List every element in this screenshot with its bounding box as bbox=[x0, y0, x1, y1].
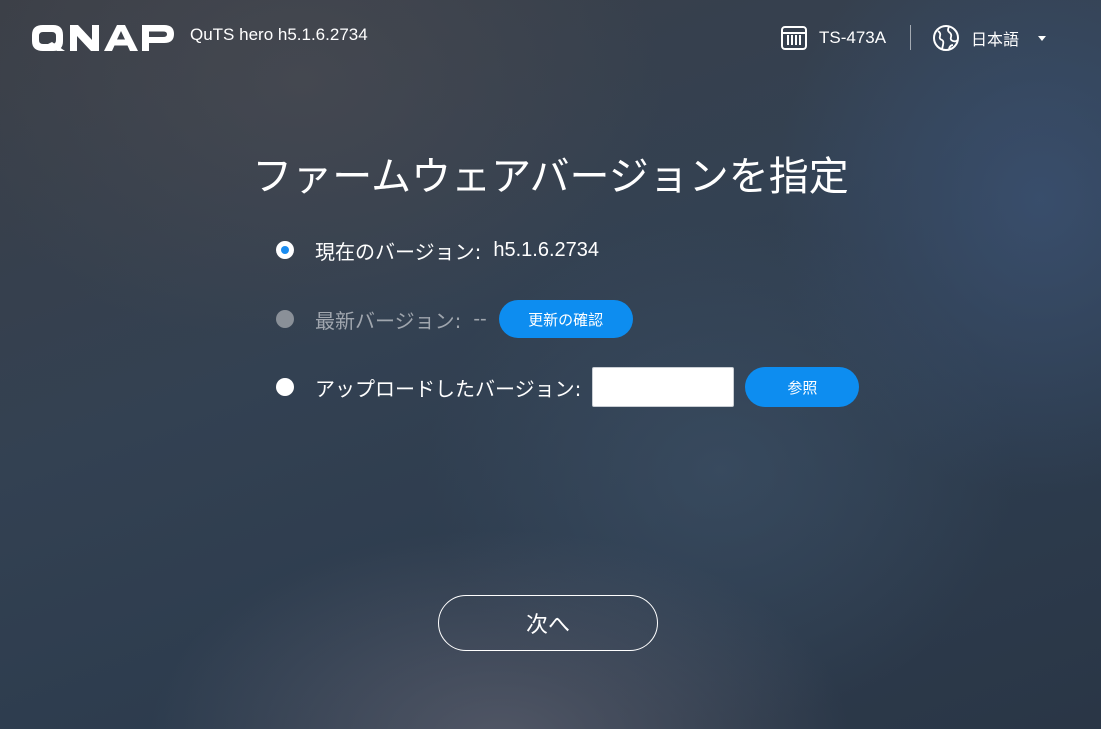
model-label: TS-473A bbox=[819, 28, 887, 47]
nas-device-icon bbox=[781, 26, 807, 50]
option-current-version[interactable]: 現在のバージョン: h5.1.6.2734 bbox=[276, 230, 599, 270]
browse-button[interactable]: 参照 bbox=[745, 367, 860, 407]
radio-uploaded-version[interactable] bbox=[276, 378, 294, 396]
latest-version-value: -- bbox=[473, 307, 487, 330]
current-version-value: h5.1.6.2734 bbox=[493, 238, 599, 261]
uploaded-file-input[interactable] bbox=[592, 367, 735, 407]
option-latest-version: 最新バージョン: -- 更新の確認 bbox=[276, 299, 633, 339]
globe-icon bbox=[933, 25, 959, 51]
chevron-down-icon bbox=[1038, 35, 1047, 41]
radio-latest-version bbox=[276, 310, 294, 328]
page-title: ファームウェアバージョンを指定 bbox=[252, 154, 849, 200]
device-model: TS-473A bbox=[780, 23, 886, 53]
next-button[interactable]: 次へ bbox=[438, 595, 658, 651]
latest-version-label: 最新バージョン: bbox=[315, 308, 462, 333]
current-version-label: 現在のバージョン: bbox=[315, 239, 482, 264]
option-uploaded-version[interactable]: アップロードしたバージョン: 参照 bbox=[276, 367, 860, 407]
check-update-button[interactable]: 更新の確認 bbox=[498, 300, 633, 338]
language-selector[interactable]: 日本語 bbox=[932, 23, 1047, 53]
product-version: QuTS hero h5.1.6.2734 bbox=[190, 25, 368, 44]
radio-current-version[interactable] bbox=[276, 241, 294, 259]
uploaded-version-label: アップロードしたバージョン: bbox=[315, 376, 582, 401]
header-divider bbox=[910, 25, 911, 50]
language-label: 日本語 bbox=[971, 30, 1020, 49]
qnap-logo bbox=[32, 25, 174, 51]
